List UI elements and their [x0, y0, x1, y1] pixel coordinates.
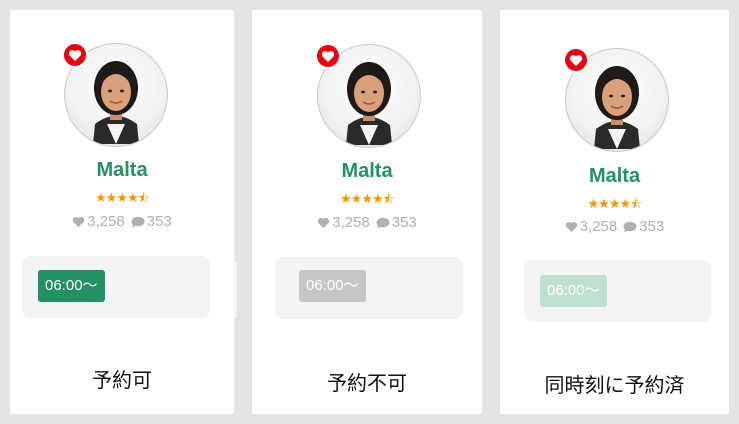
comment-bubble-icon — [376, 217, 390, 228]
comment-bubble-icon — [623, 221, 637, 232]
comments-count: 353 — [391, 214, 417, 231]
avatar-wrapper[interactable] — [315, 43, 421, 148]
avatar-wrapper[interactable] — [62, 42, 168, 147]
likes-stat: 3,258 — [72, 213, 125, 230]
comments-stat: 353 — [131, 213, 172, 230]
status-caption: 予約可 — [92, 368, 152, 392]
heart-icon — [73, 216, 85, 227]
time-slot-button-booked: 06:00〜 — [540, 275, 607, 307]
comments-count: 353 — [146, 213, 172, 230]
likes-stat: 3,258 — [317, 214, 370, 231]
slot-panel-peek — [234, 262, 237, 318]
time-slot-panel: 06:00〜 — [22, 256, 210, 318]
favorite-heart-icon[interactable] — [563, 47, 589, 73]
heart-icon — [569, 54, 583, 66]
rating-stars: ★★★★⯪ — [587, 196, 643, 211]
time-slot-button-disabled: 06:00〜 — [299, 270, 366, 302]
time-slot-button[interactable]: 06:00〜 — [38, 270, 105, 302]
favorite-heart-icon[interactable] — [62, 42, 88, 68]
stats-row: 3,258 353 — [10, 213, 234, 230]
tutor-card-already-booked[interactable]: Malta ★★★★⯪ 3,258 353 06:00〜 同時刻に予約済 — [500, 10, 729, 414]
tutor-name[interactable]: Malta — [500, 165, 729, 188]
tutor-card-states: Malta ★★★★⯪ 3,258 353 06:00〜 予約可 Malta ★… — [0, 0, 739, 424]
likes-stat: 3,258 — [565, 218, 618, 235]
comment-bubble-icon — [131, 216, 145, 227]
tutor-card-available[interactable]: Malta ★★★★⯪ 3,258 353 06:00〜 予約可 — [10, 10, 234, 414]
time-slot-panel: 06:00〜 — [275, 257, 463, 319]
heart-icon — [321, 50, 335, 62]
likes-count: 3,258 — [87, 213, 125, 230]
status-caption: 予約不可 — [327, 371, 407, 395]
stats-row: 3,258 353 — [500, 218, 729, 235]
heart-icon — [68, 49, 82, 61]
likes-count: 3,258 — [579, 218, 618, 235]
tutor-name[interactable]: Malta — [252, 160, 482, 183]
tutor-card-unavailable[interactable]: Malta ★★★★⯪ 3,258 353 06:00〜 予約不可 — [252, 10, 482, 414]
heart-icon — [565, 221, 577, 232]
stats-row: 3,258 353 — [252, 214, 482, 231]
comments-stat: 353 — [623, 218, 664, 235]
rating-stars: ★★★★⯪ — [95, 190, 150, 205]
comments-stat: 353 — [376, 214, 417, 231]
avatar-wrapper[interactable] — [563, 47, 669, 152]
favorite-heart-icon[interactable] — [315, 43, 341, 69]
tutor-name[interactable]: Malta — [10, 159, 234, 182]
heart-icon — [318, 217, 330, 228]
time-slot-panel: 06:00〜 — [524, 260, 711, 322]
comments-count: 353 — [639, 218, 665, 235]
rating-stars: ★★★★⯪ — [340, 191, 395, 206]
likes-count: 3,258 — [332, 214, 370, 231]
status-caption: 同時刻に予約済 — [544, 373, 685, 397]
